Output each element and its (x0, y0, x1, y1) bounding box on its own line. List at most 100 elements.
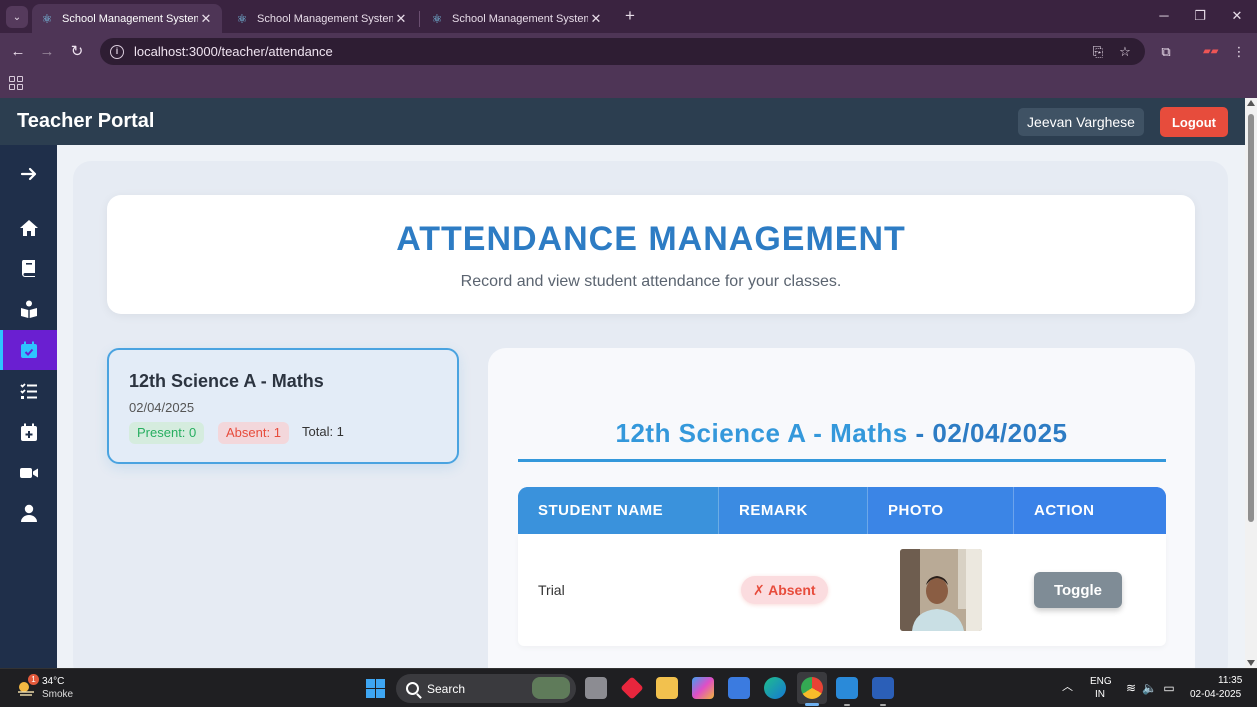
file-explorer-icon[interactable] (656, 677, 678, 699)
scrollbar-thumb[interactable] (1248, 114, 1254, 522)
bookmark-star-icon[interactable]: ☆ (1117, 44, 1133, 60)
total-count: Total: 1 (302, 424, 344, 439)
column-header-action: ACTION (1014, 487, 1166, 534)
reload-icon[interactable]: ↻ (67, 42, 87, 62)
present-count-badge: Present: 0 (129, 422, 205, 444)
address-bar[interactable]: i localhost:3000/teacher/attendance (100, 38, 1145, 65)
search-icon (406, 682, 419, 695)
taskbar-search[interactable]: Search (396, 674, 576, 703)
arrow-right-icon (20, 167, 36, 181)
app-diamond-icon[interactable] (620, 676, 644, 700)
windows-start-icon[interactable] (366, 679, 385, 698)
sidebar-toggle[interactable] (0, 154, 57, 194)
forward-icon[interactable]: → (37, 42, 57, 62)
weather-notification-badge: 1 (28, 674, 39, 685)
task-view-icon[interactable] (585, 677, 607, 699)
tray-overflow-chevron-icon[interactable]: ︿ (1062, 682, 1073, 693)
sidebar-item-tasks[interactable] (0, 371, 57, 411)
close-tab-icon[interactable]: ✕ (393, 11, 409, 27)
browser-toolbar: ← → ↻ i localhost:3000/teacher/attendanc… (0, 33, 1257, 70)
column-header-remark: REMARK (719, 487, 868, 534)
student-photo[interactable] (900, 549, 982, 631)
extension-badge-icon[interactable]: ▰▰ (1203, 46, 1218, 58)
detail-title-class: 12th Science A - Maths (615, 418, 908, 448)
react-favicon-icon: ⚛ (236, 11, 248, 26)
new-tab-button[interactable]: + (620, 6, 640, 26)
close-window-icon[interactable]: ✕ (1227, 6, 1247, 26)
close-tab-icon[interactable]: ✕ (198, 11, 214, 27)
calendar-plus-icon (20, 423, 37, 441)
volume-icon[interactable]: 🔈 (1142, 681, 1157, 695)
page-header-card: ATTENDANCE MANAGEMENT Record and view st… (107, 195, 1195, 314)
calendar-check-icon (20, 341, 37, 358)
site-info-icon[interactable]: i (110, 44, 124, 59)
tab-title: School Management System (452, 12, 588, 25)
title-underline (518, 459, 1166, 462)
bookmarks-bar (0, 70, 1257, 98)
sidebar-item-profile[interactable] (0, 493, 57, 533)
book-icon (21, 260, 35, 277)
tab-separator (419, 11, 420, 27)
tab-title: School Management System (62, 12, 198, 25)
absent-count-badge: Absent: 1 (218, 422, 289, 444)
sidebar-item-attendance[interactable] (0, 330, 57, 370)
action-cell: Toggle (1014, 534, 1166, 646)
clock-date[interactable]: 02-04-2025 (1190, 689, 1241, 700)
browser-tab-3[interactable]: ⚛ School Management System ✕ (422, 4, 612, 33)
close-tab-icon[interactable]: ✕ (588, 11, 604, 27)
microsoft-store-icon[interactable] (728, 677, 750, 699)
windows-taskbar: 1 34°C Smoke Search ︿ ENG IN ≋ 🔈 ▭ 11:35… (0, 668, 1257, 707)
restore-icon[interactable]: ❐ (1190, 6, 1210, 26)
wifi-icon[interactable]: ≋ (1124, 681, 1138, 695)
scroll-up-arrow-icon[interactable] (1247, 100, 1255, 106)
browser-tab-1[interactable]: ⚛ School Management System ✕ (32, 4, 222, 33)
page-scrollbar[interactable] (1245, 98, 1257, 668)
minimize-icon[interactable]: ─ (1154, 6, 1174, 26)
clock-time[interactable]: 11:35 (1218, 675, 1242, 686)
back-icon[interactable]: ← (8, 42, 28, 62)
tab-search-button[interactable]: ⌄ (6, 6, 28, 28)
sidebar (0, 145, 57, 668)
edge-browser-icon[interactable] (764, 677, 786, 699)
student-photo-image (900, 549, 982, 631)
chrome-browser-icon[interactable] (801, 677, 823, 706)
detail-title-separator: - (907, 418, 933, 448)
sidebar-item-students[interactable] (0, 289, 57, 329)
reader-icon (20, 300, 37, 318)
portal-title: Teacher Portal (17, 110, 155, 132)
sidebar-item-courses[interactable] (0, 248, 57, 288)
task-list-icon (19, 383, 37, 399)
sidebar-item-meetings[interactable] (0, 453, 57, 493)
browser-tab-strip: ⌄ ⚛ School Management System ✕ ⚛ School … (0, 0, 1257, 33)
column-header-photo: PHOTO (868, 487, 1014, 534)
video-icon (19, 468, 38, 478)
install-app-icon[interactable]: ⎘ (1090, 44, 1106, 60)
extensions-icon[interactable]: ⧉ (1158, 44, 1174, 60)
top-navbar: Teacher Portal Jeevan Varghese Logout (0, 98, 1245, 145)
remark-cell: ✗ Absent (719, 534, 868, 646)
attendance-detail-card: 12th Science A - Maths - 02/04/2025 STUD… (488, 348, 1195, 668)
apps-grid-icon[interactable] (9, 76, 23, 90)
user-name-badge: Jeevan Varghese (1018, 108, 1144, 136)
word-icon[interactable] (872, 677, 894, 706)
column-header-student-name: STUDENT NAME (518, 487, 719, 534)
class-title: 12th Science A - Maths (129, 371, 324, 391)
battery-icon[interactable]: ▭ (1162, 681, 1176, 695)
react-favicon-icon: ⚛ (431, 11, 443, 26)
class-attendance-card[interactable]: 12th Science A - Maths 02/04/2025 Presen… (107, 348, 459, 464)
browser-tab-2[interactable]: ⚛ School Management System ✕ (227, 4, 417, 33)
region-indicator[interactable]: IN (1095, 689, 1105, 700)
language-indicator[interactable]: ENG (1090, 676, 1112, 687)
menu-kebab-icon[interactable]: ⋮ (1231, 44, 1247, 60)
sidebar-item-dashboard[interactable] (0, 208, 57, 248)
url-text: localhost:3000/teacher/attendance (134, 44, 333, 59)
scroll-down-arrow-icon[interactable] (1247, 660, 1255, 666)
sidebar-item-schedule[interactable] (0, 412, 57, 452)
page-subtitle: Record and view student attendance for y… (460, 273, 842, 290)
vscode-icon[interactable] (836, 677, 858, 706)
tab-title: School Management System (257, 12, 393, 25)
user-icon (20, 504, 37, 522)
copilot-icon[interactable] (692, 677, 714, 699)
toggle-attendance-button[interactable]: Toggle (1034, 572, 1122, 608)
logout-button[interactable]: Logout (1160, 107, 1228, 137)
